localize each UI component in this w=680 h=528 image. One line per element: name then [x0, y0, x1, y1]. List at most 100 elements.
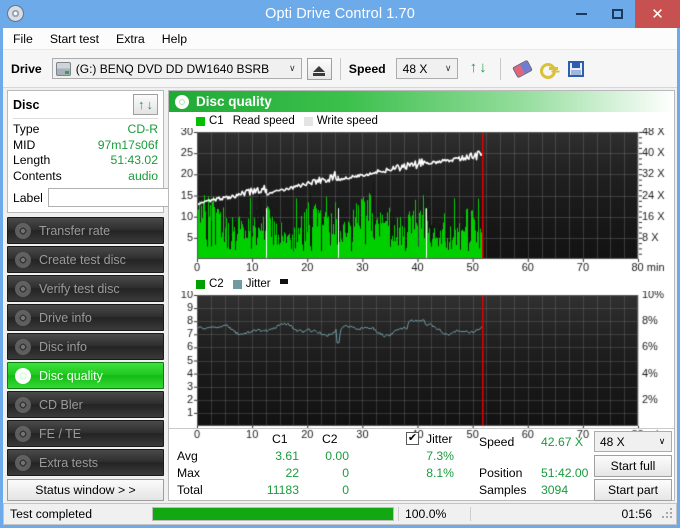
sidebar-item-label: Verify test disc: [39, 281, 120, 296]
disc-info-panel: Disc ↑ ↓ Type CD-R MID 97m17s06f Length …: [7, 90, 252, 214]
samples-stat-value: 3094: [541, 483, 569, 497]
minimize-button[interactable]: [563, 0, 599, 28]
disc-quality-title: Disc quality: [196, 94, 272, 109]
stats-avg-jitter: 7.3%: [426, 449, 454, 463]
menu-item-extra[interactable]: Extra: [116, 30, 156, 48]
disc-icon: [15, 396, 31, 413]
start-part-button[interactable]: Start part: [594, 479, 672, 501]
disc-icon: [15, 280, 31, 297]
disc-value-mid: 97m17s06f: [97, 137, 158, 152]
save-button[interactable]: [563, 56, 590, 81]
legend-jitter: Jitter: [232, 278, 271, 290]
close-button[interactable]: ✕: [635, 0, 680, 28]
c2-jitter-chart-canvas[interactable]: [169, 291, 674, 443]
sidebar-item-verify-test-disc[interactable]: Verify test disc: [7, 275, 164, 303]
start-full-label: Start full: [610, 459, 656, 473]
sidebar-item-label: Create test disc: [39, 252, 126, 267]
disc-icon: [15, 367, 31, 384]
eject-icon: [313, 65, 326, 76]
key-icon: [540, 61, 559, 79]
window-controls: ✕: [563, 0, 680, 28]
legend-label-c2: C2: [209, 278, 224, 290]
sidebar-item-label: FE / TE: [39, 426, 82, 441]
toolbar-divider-2: [499, 57, 501, 80]
sidebar-item-disc-quality[interactable]: Disc quality: [7, 362, 164, 390]
legend-read-speed: Read speed: [233, 115, 295, 127]
chevron-down-icon: ∨: [288, 63, 296, 73]
speed-stat-label: Speed: [479, 435, 515, 449]
c1-chart-canvas[interactable]: [169, 128, 674, 276]
status-bar: Test completed 100.0% 01:56: [3, 503, 677, 525]
c2-jitter-chart[interactable]: [169, 291, 674, 443]
jitter-checkbox[interactable]: ✔: [406, 432, 419, 445]
disc-icon: [15, 338, 31, 355]
sidebar-nav: Transfer rate Create test disc Verify te…: [7, 217, 164, 477]
legend-write-speed: Write speed: [303, 115, 378, 127]
disc-row-contents: Contents audio: [13, 169, 158, 185]
c1-chart-legend: C1 Read speed Write speed: [169, 114, 674, 128]
test-speed-value: 48 X: [600, 434, 625, 449]
stats-col-header-c1: C1: [272, 432, 288, 446]
content-area: Disc ↑ ↓ Type CD-R MID 97m17s06f Length …: [3, 88, 677, 503]
erase-button[interactable]: [509, 56, 536, 81]
drive-icon: [55, 61, 71, 76]
start-part-label: Start part: [607, 483, 659, 497]
stats-total-c1: 11183: [266, 483, 299, 497]
legend-c2: C2: [196, 278, 224, 290]
start-full-button[interactable]: Start full: [594, 455, 672, 477]
toolbar: Drive (G:) BENQ DVD DD DW1640 BSRB ∨ Spe…: [3, 50, 677, 88]
disc-key-type: Type: [13, 122, 40, 136]
key-button[interactable]: [536, 56, 563, 81]
disc-key-contents: Contents: [13, 168, 62, 183]
sidebar-item-drive-info[interactable]: Drive info: [7, 304, 164, 332]
legend-marker-box: [279, 278, 292, 290]
menu-bar: File Start test Extra Help: [3, 28, 677, 50]
stats-row-label-avg: Avg: [177, 449, 198, 463]
legend-label-c1: C1: [209, 115, 224, 127]
chevron-down-icon: ∨: [658, 436, 666, 446]
sidebar-item-create-test-disc[interactable]: Create test disc: [7, 246, 164, 274]
sidebar-item-extra-tests[interactable]: Extra tests: [7, 449, 164, 477]
disc-panel-title: Disc: [13, 97, 40, 112]
position-stat-value: 51:42.00: [541, 466, 589, 480]
menu-item-file[interactable]: File: [13, 30, 44, 48]
c1-chart[interactable]: [169, 128, 674, 276]
sidebar-item-cd-bler[interactable]: CD Bler: [7, 391, 164, 419]
stats-max-jitter: 8.1%: [426, 466, 454, 480]
maximize-button[interactable]: [599, 0, 635, 28]
disc-row-type: Type CD-R: [13, 122, 158, 138]
disc-value-contents: audio: [128, 168, 158, 183]
stats-row-label-max: Max: [177, 466, 201, 480]
menu-item-start-test[interactable]: Start test: [50, 30, 110, 48]
disc-key-mid: MID: [13, 137, 36, 152]
disc-label-caption: Label: [13, 190, 43, 205]
disc-icon: [15, 454, 31, 471]
legend-label-read-speed: Read speed: [232, 115, 295, 127]
refresh-swap-button[interactable]: ↑ ↓: [465, 56, 492, 81]
drive-select-value: (G:) BENQ DVD DD DW1640 BSRB: [75, 61, 270, 76]
main-panel: Disc quality C1 Read speed Write speed C…: [168, 90, 675, 501]
menu-item-help[interactable]: Help: [162, 30, 198, 48]
disc-row-length: Length 51:43.02: [13, 153, 158, 169]
speed-select[interactable]: 48 X ∨: [395, 58, 458, 79]
disc-refresh-button[interactable]: ↑ ↓: [133, 94, 158, 115]
legend-swatch-marker: [279, 278, 288, 284]
disc-key-length: Length: [13, 153, 51, 168]
disc-quality-header: Disc quality: [169, 91, 674, 112]
resize-grip-icon[interactable]: [660, 506, 676, 522]
sidebar-item-transfer-rate[interactable]: Transfer rate: [7, 217, 164, 245]
elapsed-time: 01:56: [470, 507, 660, 521]
sidebar-item-disc-info[interactable]: Disc info: [7, 333, 164, 361]
disc-icon: [15, 425, 31, 442]
drive-label: Drive: [11, 61, 42, 76]
stats-avg-c1: 3.61: [275, 449, 299, 463]
stats-row-label-total: Total: [177, 483, 203, 497]
drive-select[interactable]: (G:) BENQ DVD DD DW1640 BSRB ∨: [51, 58, 302, 79]
test-speed-select[interactable]: 48 X ∨: [594, 431, 672, 452]
position-stat-label: Position: [479, 466, 523, 480]
stats-max-c2: 0: [342, 466, 349, 480]
sidebar-item-label: CD Bler: [39, 397, 83, 412]
status-window-button[interactable]: Status window > >: [7, 479, 164, 501]
sidebar-item-fe-te[interactable]: FE / TE: [7, 420, 164, 448]
eject-button[interactable]: [306, 57, 332, 80]
